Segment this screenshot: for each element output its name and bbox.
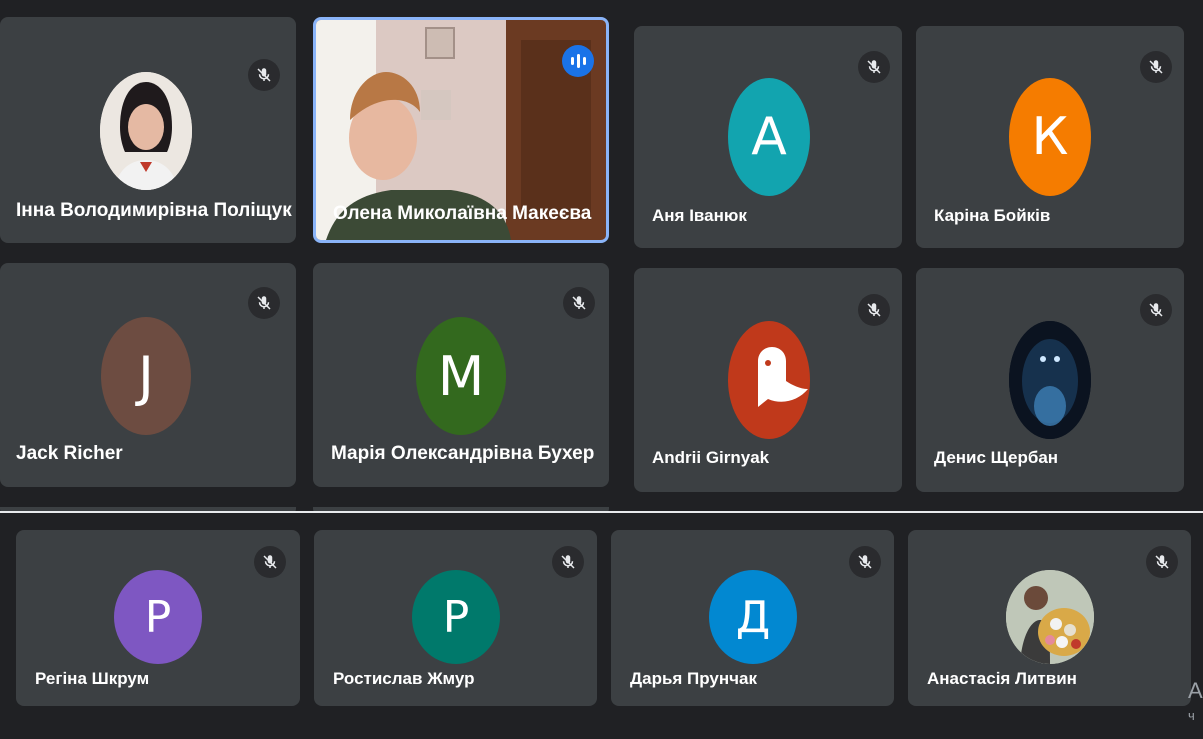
mic-off-icon <box>248 287 280 319</box>
participant-name: Інна Володимирівна Поліщук <box>16 200 292 221</box>
mic-off-icon <box>858 51 890 83</box>
divider <box>0 511 1203 513</box>
corner-text: ч <box>1188 708 1195 723</box>
participant-name: Jack Richer <box>16 443 123 464</box>
avatar: J <box>101 317 191 435</box>
participant-name: Ростислав Жмур <box>333 669 475 688</box>
avatar: А <box>728 78 810 196</box>
mic-off-icon <box>1140 51 1172 83</box>
avatar <box>1009 321 1091 439</box>
participant-tile[interactable]: М Марія Олександрівна Бухер <box>313 263 609 487</box>
mic-off-icon <box>858 294 890 326</box>
avatar <box>1006 570 1094 664</box>
avatar: К <box>1009 78 1091 196</box>
avatar: Р <box>412 570 500 664</box>
mic-off-icon <box>552 546 584 578</box>
participant-tile[interactable]: Анастасія Литвин <box>908 530 1191 706</box>
participant-tile[interactable]: Andrii Girnyak <box>634 268 902 492</box>
participant-tile[interactable]: J Jack Richer <box>0 263 296 487</box>
participant-tile[interactable]: Інна Володимирівна Поліщук <box>0 17 296 243</box>
avatar: Д <box>709 570 797 664</box>
participant-name: Марія Олександрівна Бухер <box>331 443 595 464</box>
participant-name: Регіна Шкрум <box>35 669 150 688</box>
participant-tile[interactable]: Р Регіна Шкрум <box>16 530 300 706</box>
participant-tile[interactable]: А Аня Іванюк <box>634 26 902 248</box>
participant-tile[interactable]: Д Дарья Прунчак <box>611 530 894 706</box>
participant-name: Аня Іванюк <box>652 206 747 225</box>
mic-off-icon <box>254 546 286 578</box>
participant-name: Олена Миколаївна Макеєва <box>333 203 592 224</box>
avatar: Р <box>114 570 202 664</box>
participant-name: Дарья Прунчак <box>630 669 757 688</box>
participant-name: Andrii Girnyak <box>652 448 770 467</box>
participant-name: Каріна Бойків <box>934 206 1051 225</box>
avatar: М <box>416 317 506 435</box>
mic-off-icon <box>849 546 881 578</box>
ghost-logo-avatar <box>728 321 810 439</box>
avatar <box>100 72 192 190</box>
mic-off-icon <box>1140 294 1172 326</box>
participant-tile-active-speaker[interactable]: Олена Миколаївна Макеєва <box>313 17 609 243</box>
mic-off-icon <box>563 287 595 319</box>
participant-name: Денис Щербан <box>934 448 1059 467</box>
participant-tile[interactable]: К Каріна Бойків <box>916 26 1184 248</box>
participant-tile[interactable]: Р Ростислав Жмур <box>314 530 597 706</box>
participant-name: Анастасія Литвин <box>927 669 1077 688</box>
audio-level-icon <box>562 45 594 77</box>
mic-off-icon <box>248 59 280 91</box>
participant-tile[interactable]: Денис Щербан <box>916 268 1184 492</box>
corner-text: A <box>1188 678 1203 703</box>
mic-off-icon <box>1146 546 1178 578</box>
